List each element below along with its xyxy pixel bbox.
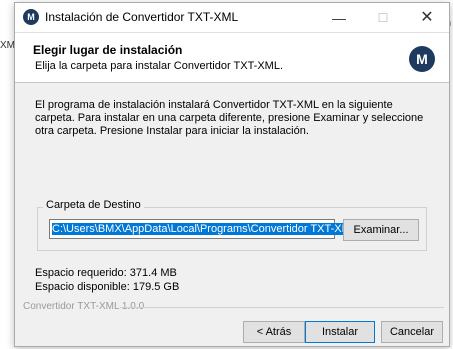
app-icon: M xyxy=(23,9,39,25)
destination-group-label: Carpeta de Destino xyxy=(43,199,144,211)
browse-button[interactable]: Examinar... xyxy=(343,219,419,241)
app-logo: M xyxy=(409,46,435,72)
window-title: Instalación de Convertidor TXT-XML xyxy=(45,10,239,24)
destination-path-text: C:\Users\BMX\AppData\Local\Programs\Conv… xyxy=(52,223,357,235)
minimize-button[interactable]: — xyxy=(317,3,361,33)
installer-window: M Instalación de Convertidor TXT-XML — ☐… xyxy=(14,2,450,347)
title-bar[interactable]: M Instalación de Convertidor TXT-XML — ☐… xyxy=(15,3,449,33)
background-text-left: XM xyxy=(0,40,15,51)
back-button[interactable]: < Atrás xyxy=(243,321,305,343)
branding-divider xyxy=(120,307,444,308)
space-required-text: Espacio requerido: 371.4 MB xyxy=(35,267,177,279)
destination-path-input[interactable]: C:\Users\BMX\AppData\Local\Programs\Conv… xyxy=(49,219,357,239)
page-title: Elegir lugar de instalación xyxy=(33,43,183,57)
close-button[interactable]: ✕ xyxy=(405,3,449,33)
page-subtitle: Elija la carpeta para instalar Convertid… xyxy=(35,60,284,72)
instructions-text: El programa de instalación instalará Con… xyxy=(35,99,424,137)
page-header: Elegir lugar de instalación Elija la car… xyxy=(15,33,449,83)
install-button[interactable]: Instalar xyxy=(305,321,375,343)
maximize-button[interactable]: ☐ xyxy=(361,3,405,33)
cancel-button[interactable]: Cancelar xyxy=(381,321,443,343)
space-available-text: Espacio disponible: 179.5 GB xyxy=(35,281,180,293)
